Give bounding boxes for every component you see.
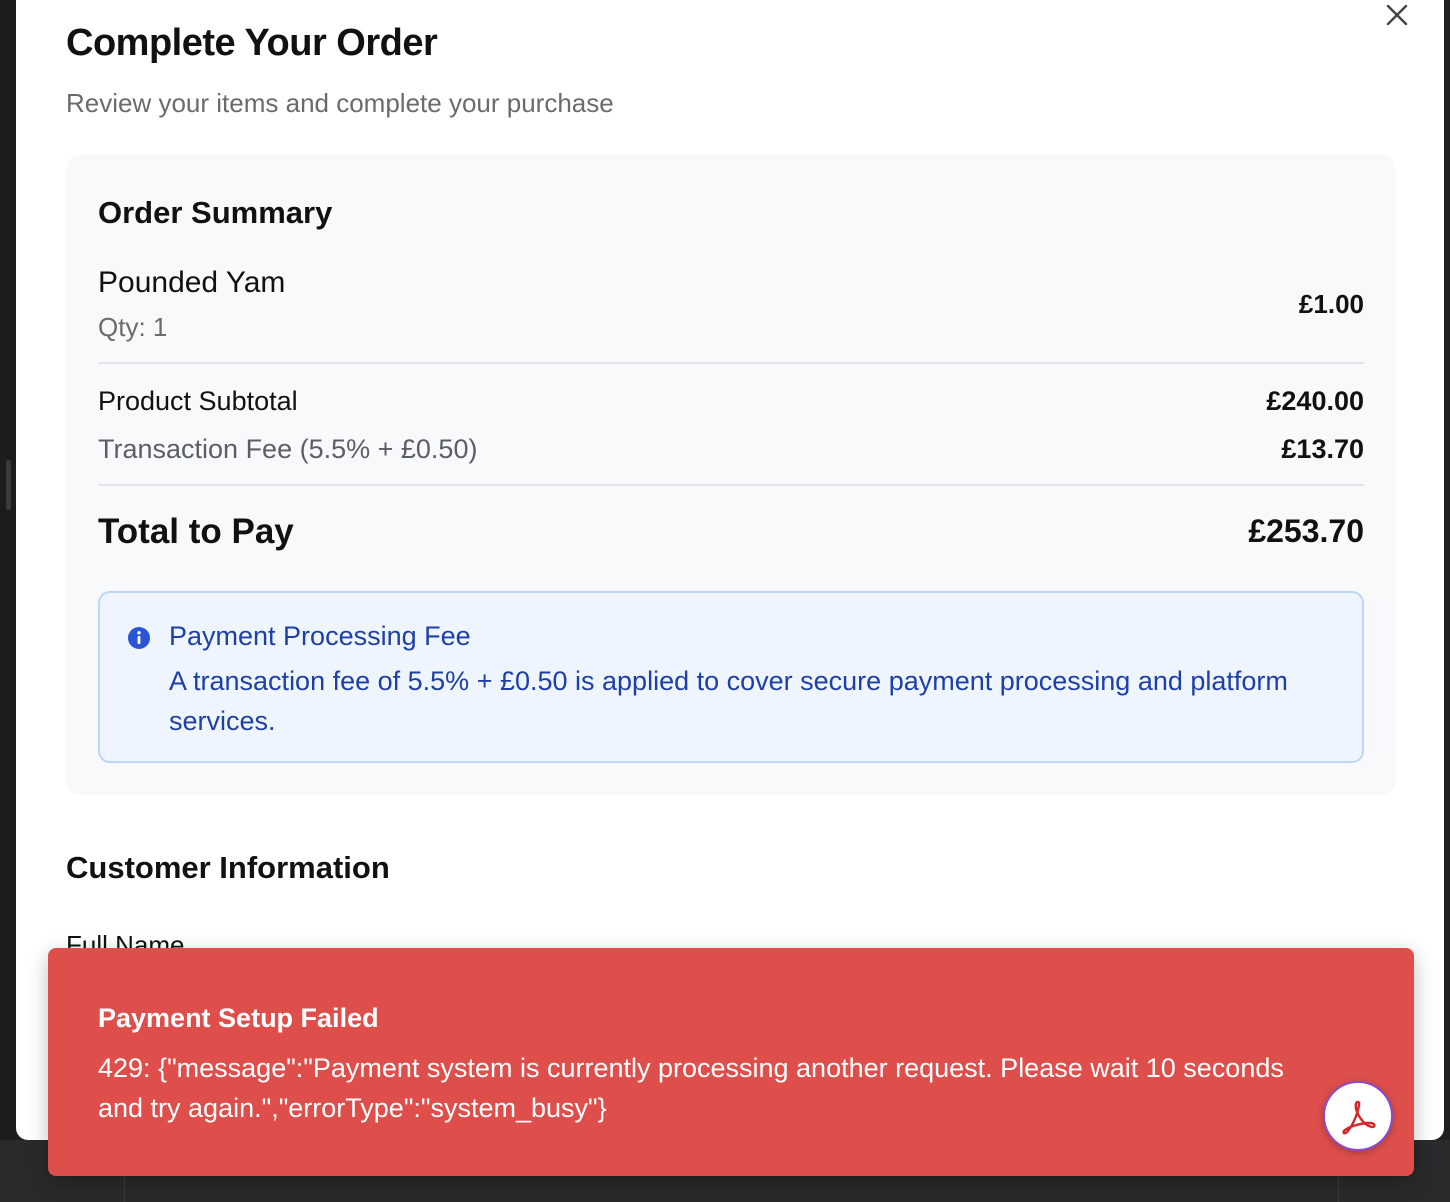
order-summary-title: Order Summary xyxy=(98,195,333,230)
pdf-icon xyxy=(1342,1100,1376,1135)
modal-title: Complete Your Order xyxy=(66,22,438,64)
item-quantity: Qty: 1 xyxy=(98,312,168,342)
backdrop-resize-handle[interactable] xyxy=(6,460,11,510)
subtotal-value: £240.00 xyxy=(1266,386,1364,416)
pdf-button[interactable] xyxy=(1323,1081,1393,1151)
summary-divider xyxy=(98,362,1364,364)
summary-divider xyxy=(98,484,1364,486)
modal-subtitle: Review your items and complete your purc… xyxy=(66,88,614,118)
transaction-fee-value: £13.70 xyxy=(1281,434,1364,464)
backdrop-left xyxy=(0,0,16,1202)
transaction-fee-label: Transaction Fee (5.5% + £0.50) xyxy=(98,434,478,464)
toast-message: 429: {"message":"Payment system is curre… xyxy=(98,1053,1284,1123)
toast-title: Payment Setup Failed xyxy=(98,1003,379,1033)
total-label: Total to Pay xyxy=(98,512,294,551)
processing-fee-notice: Payment Processing Fee A transaction fee… xyxy=(98,591,1364,763)
total-value: £253.70 xyxy=(1248,513,1364,549)
error-toast[interactable]: Payment Setup Failed 429: {"message":"Pa… xyxy=(48,948,1414,1176)
item-name: Pounded Yam xyxy=(98,266,286,299)
notice-title: Payment Processing Fee xyxy=(169,621,471,651)
subtotal-label: Product Subtotal xyxy=(98,386,298,416)
close-button[interactable] xyxy=(1382,0,1412,30)
close-icon xyxy=(1386,4,1408,26)
info-icon xyxy=(128,627,150,649)
order-summary-card: Order Summary Pounded Yam Qty: 1 £1.00 P… xyxy=(66,155,1396,795)
customer-info-title: Customer Information xyxy=(66,850,390,885)
notice-text: A transaction fee of 5.5% + £0.50 is app… xyxy=(169,666,1288,736)
item-price: £1.00 xyxy=(1298,289,1364,319)
